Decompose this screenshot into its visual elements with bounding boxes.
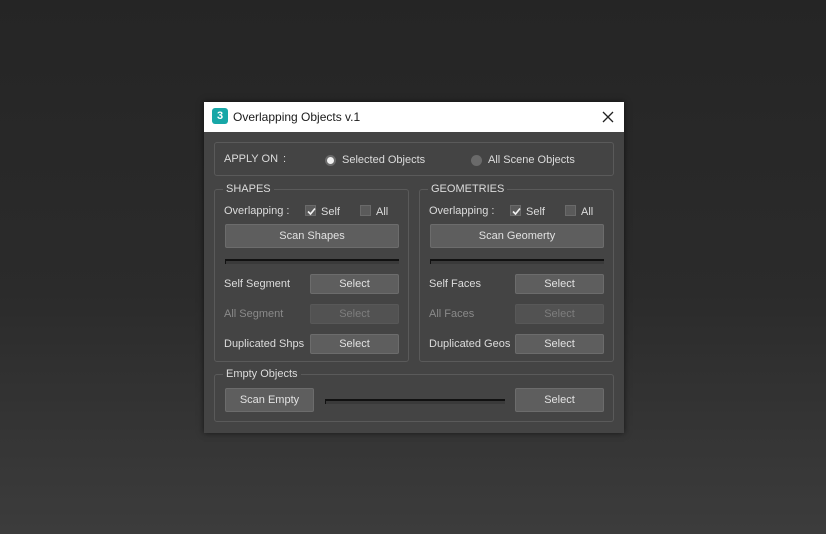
shapes-group-title: SHAPES bbox=[223, 183, 274, 196]
geometries-all-label[interactable]: All bbox=[581, 206, 593, 218]
scan-empty-button[interactable]: Scan Empty bbox=[225, 388, 314, 412]
empty-select-button[interactable]: Select bbox=[515, 388, 604, 412]
self-faces-label: Self Faces bbox=[429, 278, 481, 290]
window-title: Overlapping Objects v.1 bbox=[233, 110, 361, 124]
overlapping-objects-dialog: 3 Overlapping Objects v.1 APPLY ON : Sel… bbox=[204, 102, 624, 433]
shapes-self-checkbox[interactable] bbox=[305, 205, 316, 216]
shapes-progress-bar bbox=[225, 259, 399, 264]
apply-on-label: APPLY ON bbox=[224, 153, 279, 165]
all-faces-label: All Faces bbox=[429, 308, 475, 320]
checkmark-icon bbox=[307, 207, 316, 216]
duplicated-geos-label: Duplicated Geos bbox=[429, 338, 511, 350]
geometries-self-checkbox[interactable] bbox=[510, 205, 521, 216]
geometries-self-label[interactable]: Self bbox=[526, 206, 545, 218]
duplicated-geos-select-button[interactable]: Select bbox=[515, 334, 604, 354]
all-segment-select-button[interactable]: Select bbox=[310, 304, 399, 324]
apply-on-colon: : bbox=[283, 153, 287, 165]
geometries-overlapping-label: Overlapping : bbox=[429, 205, 495, 217]
radio-all-scene-objects[interactable] bbox=[471, 155, 482, 166]
checkmark-icon bbox=[512, 207, 521, 216]
empty-objects-group-title: Empty Objects bbox=[223, 368, 301, 381]
radio-all-scene-objects-label[interactable]: All Scene Objects bbox=[488, 154, 575, 166]
self-faces-select-button[interactable]: Select bbox=[515, 274, 604, 294]
geometries-group: GEOMETRIES Overlapping : Self All Scan G… bbox=[419, 183, 614, 362]
app-logo-icon: 3 bbox=[212, 108, 228, 124]
duplicated-shapes-label: Duplicated Shps bbox=[224, 338, 305, 350]
duplicated-shapes-select-button[interactable]: Select bbox=[310, 334, 399, 354]
shapes-self-label[interactable]: Self bbox=[321, 206, 340, 218]
close-button[interactable] bbox=[596, 106, 620, 128]
geometries-all-checkbox[interactable] bbox=[565, 205, 576, 216]
geometries-progress-bar bbox=[430, 259, 604, 264]
shapes-overlapping-label: Overlapping : bbox=[224, 205, 290, 217]
empty-objects-group: Empty Objects Scan Empty Select bbox=[214, 368, 614, 422]
shapes-all-label[interactable]: All bbox=[376, 206, 388, 218]
apply-on-group: APPLY ON : Selected Objects All Scene Ob… bbox=[214, 142, 614, 176]
radio-selected-objects[interactable] bbox=[325, 155, 336, 166]
self-segment-label: Self Segment bbox=[224, 278, 291, 290]
shapes-all-checkbox[interactable] bbox=[360, 205, 371, 216]
scan-shapes-button[interactable]: Scan Shapes bbox=[225, 224, 399, 248]
scan-geometry-button[interactable]: Scan Geomerty bbox=[430, 224, 604, 248]
all-segment-label: All Segment bbox=[224, 308, 284, 320]
title-bar[interactable]: 3 Overlapping Objects v.1 bbox=[204, 102, 624, 132]
close-icon bbox=[602, 111, 614, 123]
all-faces-select-button[interactable]: Select bbox=[515, 304, 604, 324]
empty-progress-bar bbox=[325, 399, 505, 404]
geometries-group-title: GEOMETRIES bbox=[428, 183, 508, 196]
radio-selected-objects-label[interactable]: Selected Objects bbox=[342, 154, 425, 166]
self-segment-select-button[interactable]: Select bbox=[310, 274, 399, 294]
shapes-group: SHAPES Overlapping : Self All Scan Shape… bbox=[214, 183, 409, 362]
